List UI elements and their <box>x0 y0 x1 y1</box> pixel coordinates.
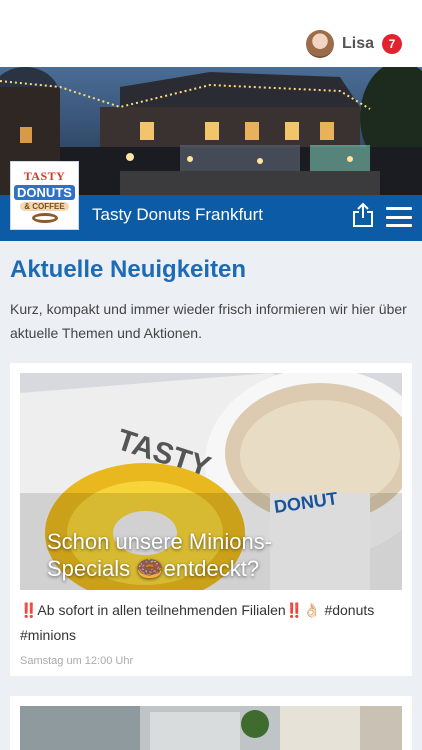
section-title: Aktuelle Neuigkeiten <box>10 256 247 283</box>
avatar[interactable] <box>305 30 334 58</box>
logo-text-tasty: TASTY <box>23 168 66 183</box>
news-card-title[interactable]: Schon unsere Minions-Specials 🍩entdeckt? <box>47 528 347 582</box>
donut-icon <box>31 212 58 223</box>
logo-text-coffee: & COFFEE <box>20 201 69 211</box>
share-icon[interactable] <box>352 202 374 228</box>
username[interactable]: Lisa <box>342 35 374 53</box>
news-card[interactable]: DONUT TASTY Schon unsere Minions-Special… <box>10 363 412 676</box>
store-logo[interactable]: TASTY DONUTS & COFFEE <box>10 161 79 230</box>
news-card[interactable] <box>10 696 412 750</box>
news-card-image[interactable]: DONUT TASTY Schon unsere Minions-Special… <box>20 373 402 590</box>
notification-badge[interactable]: 7 <box>382 34 402 54</box>
news-card-text: ‼️Ab sofort in allen teilnehmenden Filia… <box>20 602 375 643</box>
news-card-image[interactable] <box>20 706 402 750</box>
section-description: Kurz, kompakt und immer wieder frisch in… <box>10 301 407 341</box>
store-name: Tasty Donuts Frankfurt <box>92 205 264 224</box>
news-card-timestamp: Samstag um 12:00 Uhr <box>20 655 134 667</box>
hamburger-menu-icon[interactable] <box>386 207 412 227</box>
logo-text-donuts: DONUTS <box>14 184 75 200</box>
top-bar: Lisa 7 <box>0 0 422 67</box>
user-profile[interactable]: Lisa 7 <box>305 30 402 58</box>
